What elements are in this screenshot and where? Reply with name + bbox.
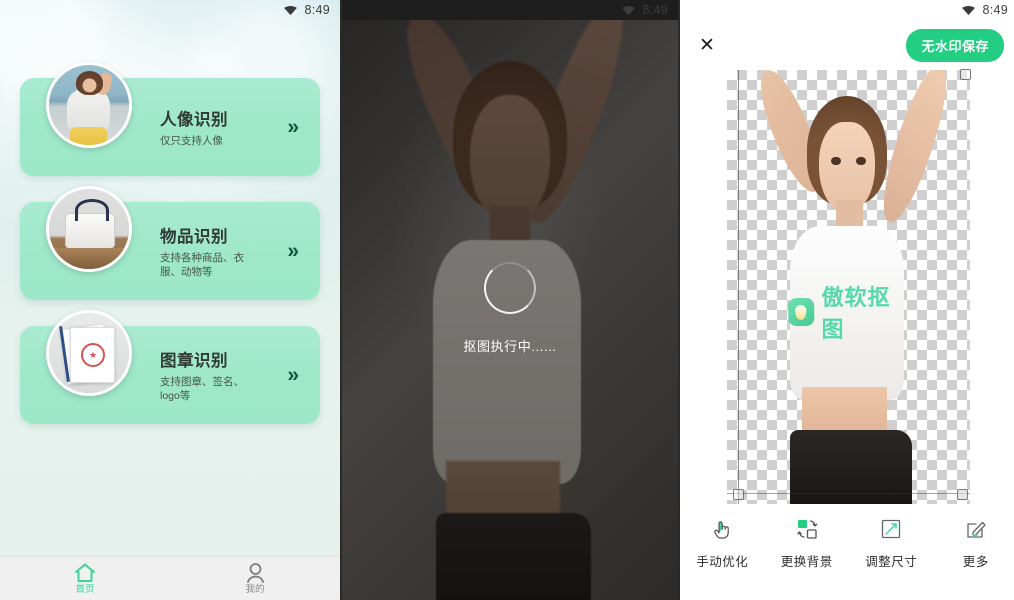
- wifi-icon: [284, 5, 298, 15]
- editor-header: ✕ 无水印保存: [680, 20, 1014, 70]
- feature-card-title: 图章识别: [160, 351, 228, 370]
- cutout-eye-right: [855, 156, 866, 166]
- cutout-subject-image: [727, 70, 970, 504]
- processing-indicator: 抠图执行中......: [342, 262, 678, 355]
- tool-adjust-size[interactable]: 调整尺寸: [849, 516, 934, 570]
- tab-home[interactable]: 首页: [0, 562, 170, 595]
- tab-mine-label: 我的: [245, 584, 265, 596]
- edit-pencil-icon: [967, 521, 986, 538]
- handbag-thumbnail: [46, 186, 132, 272]
- person-icon: [247, 563, 264, 584]
- wifi-icon: [622, 5, 636, 15]
- handbag-thumbnail-art: [49, 189, 129, 269]
- close-icon[interactable]: ✕: [694, 32, 720, 58]
- feature-card-subtitle: 支持各种商品、衣服、动物等: [160, 251, 244, 278]
- processing-status-text: 抠图执行中......: [463, 339, 557, 354]
- double-chevron-right-icon[interactable]: »: [287, 365, 299, 386]
- feature-card-list: 人像识别 仅只支持人像 » 物品识别 支持各种商品、衣服、动物等 » ★ 图章识…: [0, 62, 340, 450]
- screenshot-root: 8:49 人像识别 仅只支持人像 » 物品识别 支持各种商品、衣服、动物等 » …: [0, 0, 1014, 600]
- status-bar-time: 8:49: [304, 3, 330, 17]
- crop-handle-bottom-left[interactable]: [733, 489, 744, 500]
- save-without-watermark-button[interactable]: 无水印保存: [906, 28, 1004, 62]
- status-bar-editor: 8:49: [680, 0, 1014, 20]
- feature-card-object[interactable]: 物品识别 支持各种商品、衣服、动物等 »: [20, 186, 320, 300]
- feature-card-stamp[interactable]: ★ 图章识别 支持图章、签名、logo等 »: [20, 310, 320, 424]
- status-bar-time: 8:49: [982, 3, 1008, 17]
- crop-handle-bottom-right[interactable]: [957, 489, 968, 500]
- crop-handle-top-right[interactable]: [960, 69, 971, 80]
- editor-tool-bar: 手动优化 更换背景 调整尺寸 更多: [680, 508, 1014, 580]
- phone-screen-home: 8:49 人像识别 仅只支持人像 » 物品识别 支持各种商品、衣服、动物等 » …: [0, 0, 340, 600]
- crop-guide-vertical: [738, 70, 739, 504]
- loading-spinner-icon: [484, 262, 536, 314]
- tab-mine[interactable]: 我的: [170, 562, 340, 595]
- wifi-icon: [962, 5, 976, 15]
- stamp-thumbnail-art: ★: [49, 313, 129, 393]
- tool-label: 更换背景: [780, 555, 833, 569]
- swap-background-icon: [796, 520, 818, 539]
- tool-label: 调整尺寸: [865, 555, 918, 569]
- feature-card-text: 物品识别 支持各种商品、衣服、动物等: [160, 223, 255, 279]
- status-bar-home: 8:49: [0, 0, 340, 20]
- tool-change-background[interactable]: 更换背景: [765, 516, 850, 570]
- tool-more[interactable]: 更多: [934, 516, 1014, 570]
- feature-card-portrait[interactable]: 人像识别 仅只支持人像 »: [20, 62, 320, 176]
- cutout-top: [790, 226, 905, 400]
- feature-card-title: 人像识别: [160, 110, 228, 129]
- phone-screen-editor: 8:49 ✕ 无水印保存 傲软抠图 手动优化 更换背景 调整尺寸 更多: [680, 0, 1014, 600]
- feature-card-title: 物品识别: [160, 227, 228, 246]
- phone-screen-processing: 8:49 抠图执行中......: [342, 0, 678, 600]
- portrait-thumbnail: [46, 62, 132, 148]
- feature-card-subtitle: 支持图章、签名、logo等: [160, 375, 244, 402]
- tool-label: 更多: [962, 555, 989, 569]
- thumb-skirt: [69, 127, 107, 145]
- feature-card-subtitle: 仅只支持人像: [160, 134, 223, 147]
- tool-manual-optimize[interactable]: 手动优化: [680, 516, 765, 570]
- double-chevron-right-icon[interactable]: »: [287, 241, 299, 262]
- hand-pointer-icon: [714, 521, 730, 539]
- feature-card-text: 人像识别 仅只支持人像: [160, 106, 228, 148]
- status-bar-processing: 8:49: [342, 0, 678, 20]
- home-icon: [75, 563, 95, 583]
- tool-label: 手动优化: [696, 555, 749, 569]
- feature-card-text: 图章识别 支持图章、签名、logo等: [160, 347, 255, 403]
- crop-guide-horizontal: [727, 493, 970, 494]
- bottom-tab-bar: 首页 我的: [0, 556, 340, 600]
- thumb-shelf: [49, 248, 129, 269]
- stamp-document-thumbnail: ★: [46, 310, 132, 396]
- resize-icon: [882, 519, 901, 539]
- thumb-arm: [93, 71, 115, 98]
- status-bar-time: 8:49: [642, 3, 668, 17]
- result-canvas[interactable]: 傲软抠图: [727, 69, 971, 504]
- double-chevron-right-icon[interactable]: »: [287, 117, 299, 138]
- tab-home-label: 首页: [75, 584, 95, 596]
- portrait-thumbnail-art: [49, 65, 129, 145]
